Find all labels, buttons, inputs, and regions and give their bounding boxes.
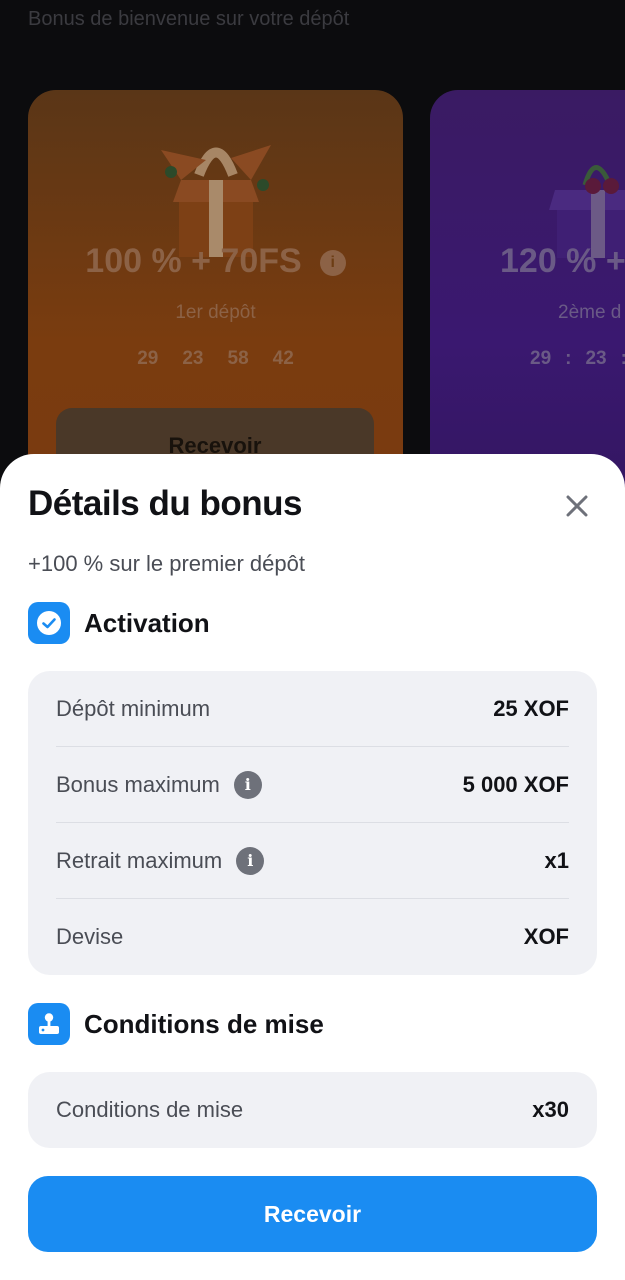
- timer-separator: :: [621, 348, 625, 370]
- receive-button[interactable]: Recevoir: [28, 1176, 597, 1252]
- timer-hours: 23: [585, 348, 607, 369]
- timer-days: 29: [530, 348, 552, 369]
- card-subtitle: 1er dépôt: [175, 302, 256, 323]
- detail-row-min-deposit: Dépôt minimum 25 XOF: [56, 671, 569, 747]
- card-offer-text: 100 % + 70FS i: [28, 242, 403, 281]
- bonus-card-first-deposit[interactable]: 100 % + 70FS i 1er dépôt 29 23 58 42 Rece…: [28, 90, 403, 510]
- row-label-wrap: Retrait maximum i: [56, 846, 265, 875]
- wagering-section-header: Conditions de mise: [28, 1003, 324, 1045]
- bonus-details-sheet: Détails du bonus +100 % sur le premier d…: [0, 454, 625, 1280]
- detail-row-wagering: Conditions de mise x30: [56, 1072, 569, 1148]
- row-label: Bonus maximum: [56, 771, 220, 797]
- timer-separator: :: [565, 348, 572, 369]
- row-label: Retrait maximum: [56, 847, 223, 873]
- detail-row-max-bonus: Bonus maximum i 5 000 XOF: [56, 747, 569, 823]
- joystick-icon: [28, 1003, 70, 1045]
- close-button[interactable]: [557, 486, 597, 526]
- close-icon: [566, 495, 588, 517]
- gift-box-icon: [160, 145, 271, 257]
- card-subtitle: 2ème d: [558, 302, 622, 323]
- wagering-details: Conditions de mise x30: [28, 1072, 597, 1148]
- row-value: 5 000 XOF: [462, 771, 569, 797]
- timer-minutes: 58: [227, 348, 249, 369]
- activation-section-header: Activation: [28, 602, 210, 644]
- timer-hours: 23: [182, 348, 204, 369]
- countdown-timer: 29 23 58 42: [28, 348, 403, 370]
- activation-details: Dépôt minimum 25 XOF Bonus maximum i 5 0…: [28, 671, 597, 975]
- detail-row-max-withdrawal: Retrait maximum i x1: [56, 823, 569, 899]
- wagering-title: Conditions de mise: [84, 1008, 324, 1039]
- row-label: Dépôt minimum: [56, 695, 211, 721]
- sheet-title: Détails du bonus: [28, 484, 302, 523]
- info-icon[interactable]: i: [233, 770, 262, 799]
- row-value: x1: [544, 847, 569, 873]
- row-value: x30: [532, 1097, 569, 1122]
- bonus-page: Bonus de bienvenue sur votre dépôt 100 %…: [0, 0, 625, 1280]
- bonus-card-second-deposit[interactable]: 120 % + 2ème d 29 : 23 :: [430, 90, 625, 510]
- timer-seconds: 42: [272, 348, 294, 369]
- gift-box-icon: [549, 165, 625, 258]
- sheet-subtitle: +100 % sur le premier dépôt: [28, 551, 305, 576]
- check-badge-icon: [28, 602, 70, 644]
- activation-title: Activation: [84, 607, 210, 638]
- card-offer-text: 120 % +: [500, 242, 625, 280]
- row-label-wrap: Bonus maximum i: [56, 770, 262, 799]
- countdown-timer: 29 : 23 :: [530, 348, 625, 370]
- row-label: Devise: [56, 924, 124, 949]
- row-value: 25 XOF: [493, 695, 569, 721]
- background-title: Bonus de bienvenue sur votre dépôt: [28, 8, 350, 30]
- row-label: Conditions de mise: [56, 1097, 244, 1122]
- info-icon[interactable]: i: [236, 846, 265, 875]
- detail-row-currency: Devise XOF: [56, 899, 569, 975]
- info-icon[interactable]: i: [319, 250, 346, 277]
- timer-days: 29: [137, 348, 159, 369]
- row-value: XOF: [523, 924, 569, 949]
